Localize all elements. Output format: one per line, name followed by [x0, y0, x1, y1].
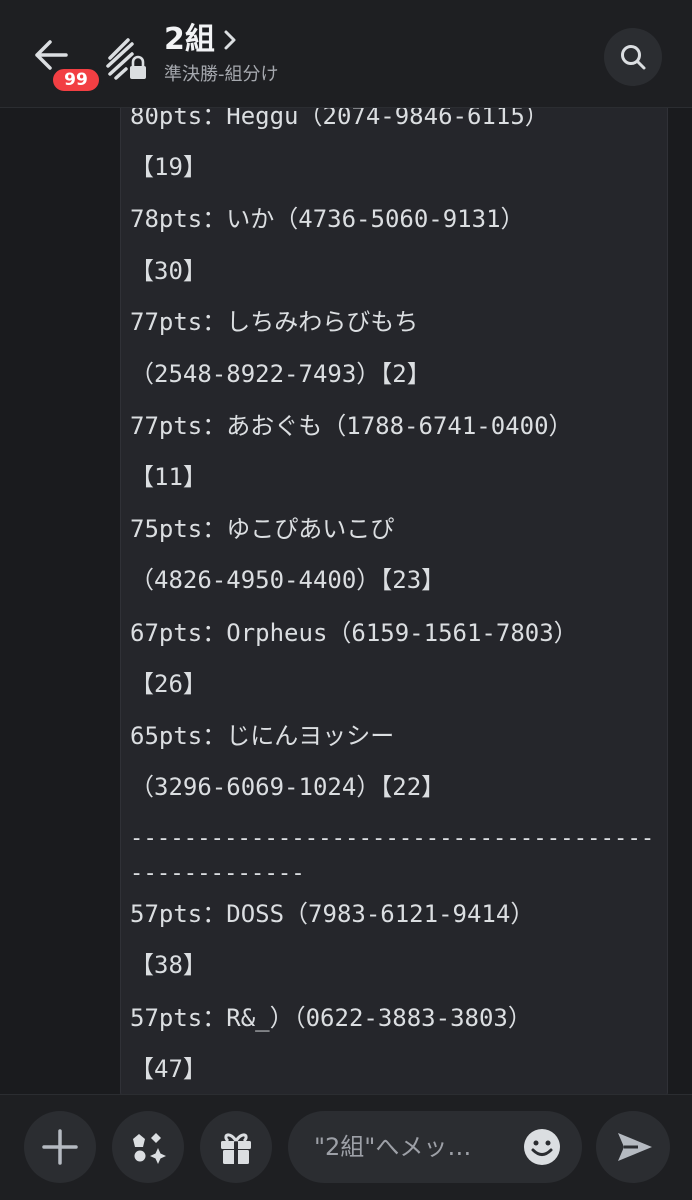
separator-line: --------------------------------------- — [130, 826, 655, 851]
message-line: 【38】 — [130, 951, 207, 979]
message-line: （4826-4950-4400）【23】 — [130, 566, 446, 594]
gift-button[interactable] — [200, 1111, 272, 1183]
plus-icon — [42, 1129, 78, 1165]
message-line: 【19】 — [130, 153, 207, 181]
message-line: 65pts：じにんヨッシー — [130, 722, 395, 750]
emoji-icon — [524, 1129, 560, 1165]
message-line: 78pts：いか（4736-5060-9131） — [130, 205, 525, 233]
search-button[interactable] — [604, 28, 662, 86]
message-line: （3296-6069-1024）【22】 — [130, 773, 446, 801]
emoji-button[interactable] — [522, 1127, 562, 1167]
message-line: 【30】 — [130, 257, 207, 285]
message-line: 【11】 — [130, 463, 207, 491]
message-input-placeholder: "2組"へメッ… — [314, 1133, 472, 1161]
message-line: 75pts：ゆこぴあいこぴ — [130, 515, 395, 543]
search-icon — [621, 45, 646, 70]
channel-title[interactable]: 2組 — [164, 22, 215, 58]
message-line: 77pts：あおぐも（1788-6741-0400） — [130, 412, 573, 440]
apps-icon — [133, 1133, 166, 1164]
channel-subtitle: 準決勝-組分け — [164, 64, 279, 85]
gift-icon — [221, 1133, 251, 1164]
message-line: （2548-8922-7493）【2】 — [130, 360, 431, 388]
message-line: 67pts：Orpheus（6159-1561-7803） — [130, 619, 578, 647]
message-line: 57pts：DOSS（7983-6121-9414） — [130, 900, 535, 928]
message-list[interactable]: 80pts：Heggu（2074-9846-6115） 【19】 78pts：い… — [0, 108, 692, 1094]
apps-button[interactable] — [112, 1111, 184, 1183]
message-composer: "2組"へメッ… — [0, 1094, 692, 1200]
message-line: 【47】 — [130, 1055, 207, 1083]
send-icon — [618, 1133, 652, 1161]
message-line: 【26】 — [130, 670, 207, 698]
add-button[interactable] — [24, 1111, 96, 1183]
message-line: 80pts：Heggu（2074-9846-6115） — [130, 108, 549, 130]
send-button[interactable] — [596, 1111, 670, 1183]
message-line: 77pts：しちみわらびもち — [130, 308, 419, 336]
separator-line: ------------- — [130, 861, 305, 886]
message-line: 57pts：R&_）（0622-3883-3803） — [130, 1004, 532, 1032]
locked-forum-icon — [102, 36, 150, 82]
channel-header: 99 2組 準決勝-組分け — [0, 0, 692, 108]
unread-badge: 99 — [50, 66, 102, 94]
message-input[interactable]: "2組"へメッ… — [288, 1111, 582, 1183]
chevron-right-icon[interactable] — [222, 28, 238, 52]
